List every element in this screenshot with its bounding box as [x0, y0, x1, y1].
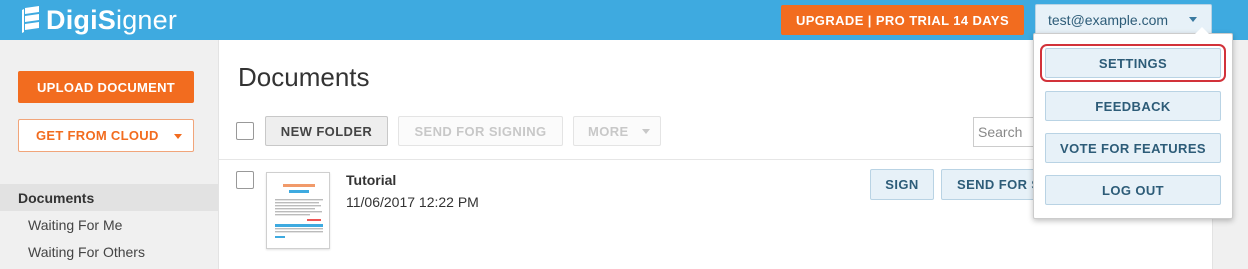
- menu-item-vote-for-features[interactable]: VOTE FOR FEATURES: [1045, 133, 1221, 163]
- upload-document-button[interactable]: UPLOAD DOCUMENT: [18, 71, 194, 103]
- document-thumbnail[interactable]: [266, 172, 330, 249]
- document-row-checkbox[interactable]: [236, 171, 254, 189]
- sidebar-item-waiting-for-others[interactable]: Waiting For Others: [0, 238, 218, 265]
- send-for-signing-button[interactable]: SEND FOR SIGNING: [941, 169, 1041, 200]
- new-folder-button[interactable]: NEW FOLDER: [265, 116, 388, 146]
- chevron-down-icon: [1189, 17, 1197, 22]
- more-label: MORE: [588, 123, 629, 139]
- chevron-down-icon: [642, 129, 650, 134]
- settings-highlight-outline: [1040, 44, 1226, 82]
- user-email: test@example.com: [1048, 11, 1169, 28]
- sign-button[interactable]: SIGN: [870, 169, 934, 200]
- logo-text: DigiSigner: [46, 5, 177, 36]
- get-from-cloud-label: GET FROM CLOUD: [36, 128, 159, 143]
- menu-item-log-out[interactable]: LOG OUT: [1045, 175, 1221, 205]
- page-title: Documents: [238, 62, 370, 92]
- sidebar: UPLOAD DOCUMENT GET FROM CLOUD Documents…: [0, 40, 218, 269]
- menu-item-feedback[interactable]: FEEDBACK: [1045, 91, 1221, 121]
- sidebar-item-waiting-for-me[interactable]: Waiting For Me: [0, 211, 218, 238]
- logo-text-bold: DigiS: [46, 4, 117, 35]
- digisigner-logo-icon: [22, 6, 39, 33]
- document-name[interactable]: Tutorial: [346, 172, 396, 188]
- dropdown-pointer: [1195, 27, 1209, 34]
- logo-text-light: igner: [116, 4, 178, 35]
- document-preview-icon: [267, 173, 329, 248]
- logo[interactable]: DigiSigner: [22, 4, 177, 36]
- more-button[interactable]: MORE: [573, 116, 661, 146]
- user-dropdown-menu: SETTINGS FEEDBACK VOTE FOR FEATURES LOG …: [1033, 27, 1233, 219]
- sidebar-item-documents[interactable]: Documents: [0, 184, 218, 211]
- get-from-cloud-button[interactable]: GET FROM CLOUD: [18, 119, 194, 152]
- chevron-down-icon: [174, 134, 182, 139]
- user-menu-button[interactable]: test@example.com: [1035, 4, 1212, 35]
- upgrade-button[interactable]: UPGRADE | PRO TRIAL 14 DAYS: [781, 5, 1024, 35]
- document-date: 11/06/2017 12:22 PM: [346, 194, 479, 210]
- select-all-checkbox[interactable]: [236, 122, 254, 140]
- send-for-signing-toolbar-button[interactable]: SEND FOR SIGNING: [398, 116, 563, 146]
